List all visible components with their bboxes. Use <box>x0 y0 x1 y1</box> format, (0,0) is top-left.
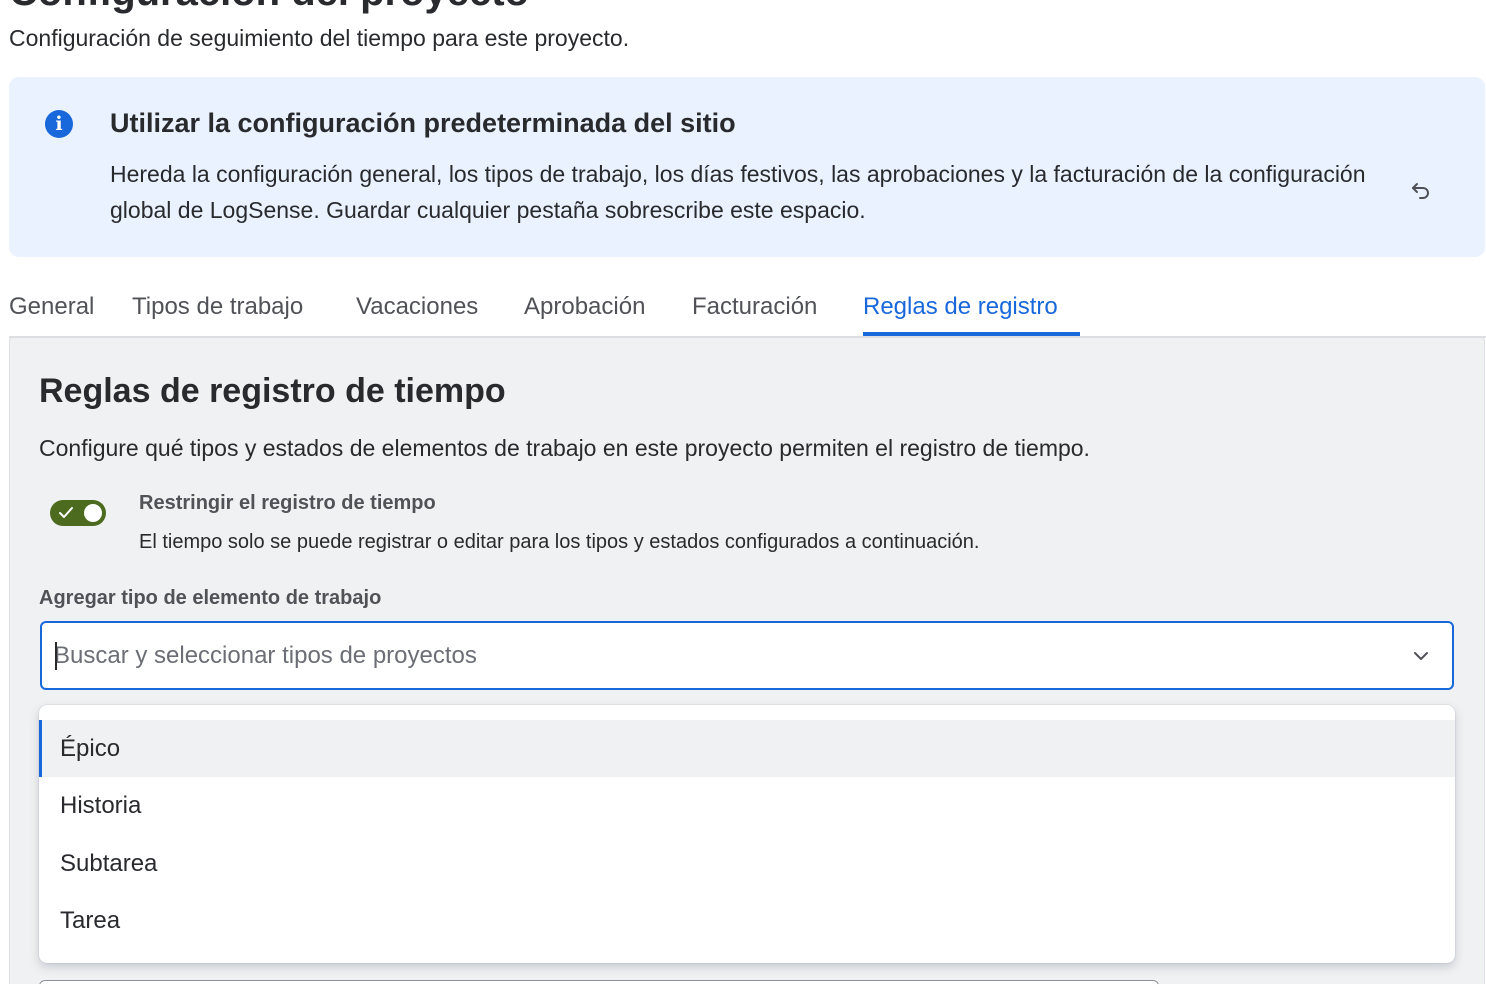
tab-work-types[interactable]: Tipos de trabajo <box>132 291 303 323</box>
page-title: Configuración del proyecto <box>9 0 529 12</box>
option-label: Tarea <box>60 907 121 934</box>
option-epic[interactable]: Épico <box>39 720 1455 777</box>
info-icon: i <box>45 110 73 138</box>
site-defaults-banner: i Utilizar la configuración predetermina… <box>9 77 1485 257</box>
toggle-knob <box>84 504 102 522</box>
tab-general[interactable]: General <box>9 291 94 323</box>
option-label: Subtarea <box>60 850 158 877</box>
option-subtask[interactable]: Subtarea <box>39 835 1455 892</box>
tab-logging-rules[interactable]: Reglas de registro <box>863 291 1058 323</box>
work-item-type-select[interactable] <box>40 621 1454 690</box>
work-item-type-search-input[interactable] <box>54 623 1384 688</box>
work-item-type-menu: Épico Historia Subtarea Tarea <box>39 705 1455 963</box>
section-title: Reglas de registro de tiempo <box>39 372 506 410</box>
toggle-label: Restringir el registro de tiempo <box>139 492 436 514</box>
check-icon <box>59 507 73 518</box>
option-task[interactable]: Tarea <box>39 892 1455 949</box>
chevron-down-icon[interactable] <box>1410 645 1432 667</box>
project-settings-page: Configuración del proyecto Configuración… <box>0 0 1486 984</box>
option-story[interactable]: Historia <box>39 777 1455 834</box>
page-subtitle: Configuración de seguimiento del tiempo … <box>9 25 630 51</box>
banner-title: Utilizar la configuración predeterminada… <box>110 108 736 138</box>
partially-hidden-field <box>39 980 1159 984</box>
banner-description: Hereda la configuración general, los tip… <box>110 161 1366 223</box>
text-caret <box>55 642 57 670</box>
tab-holidays[interactable]: Vacaciones <box>356 291 478 323</box>
section-description: Configure qué tipos y estados de element… <box>39 435 1090 461</box>
option-label: Historia <box>60 792 142 819</box>
work-item-type-label: Agregar tipo de elemento de trabajo <box>39 587 382 609</box>
tab-billing[interactable]: Facturación <box>692 291 817 323</box>
toggle-description: El tiempo solo se puede registrar o edit… <box>139 531 980 553</box>
restrict-logging-toggle[interactable] <box>50 500 106 526</box>
undo-icon[interactable] <box>1407 175 1435 203</box>
tab-approval[interactable]: Aprobación <box>524 291 645 323</box>
settings-tabs: General Tipos de trabajo Vacaciones Apro… <box>9 283 1486 338</box>
active-tab-indicator <box>863 332 1080 336</box>
option-label: Épico <box>60 735 121 762</box>
